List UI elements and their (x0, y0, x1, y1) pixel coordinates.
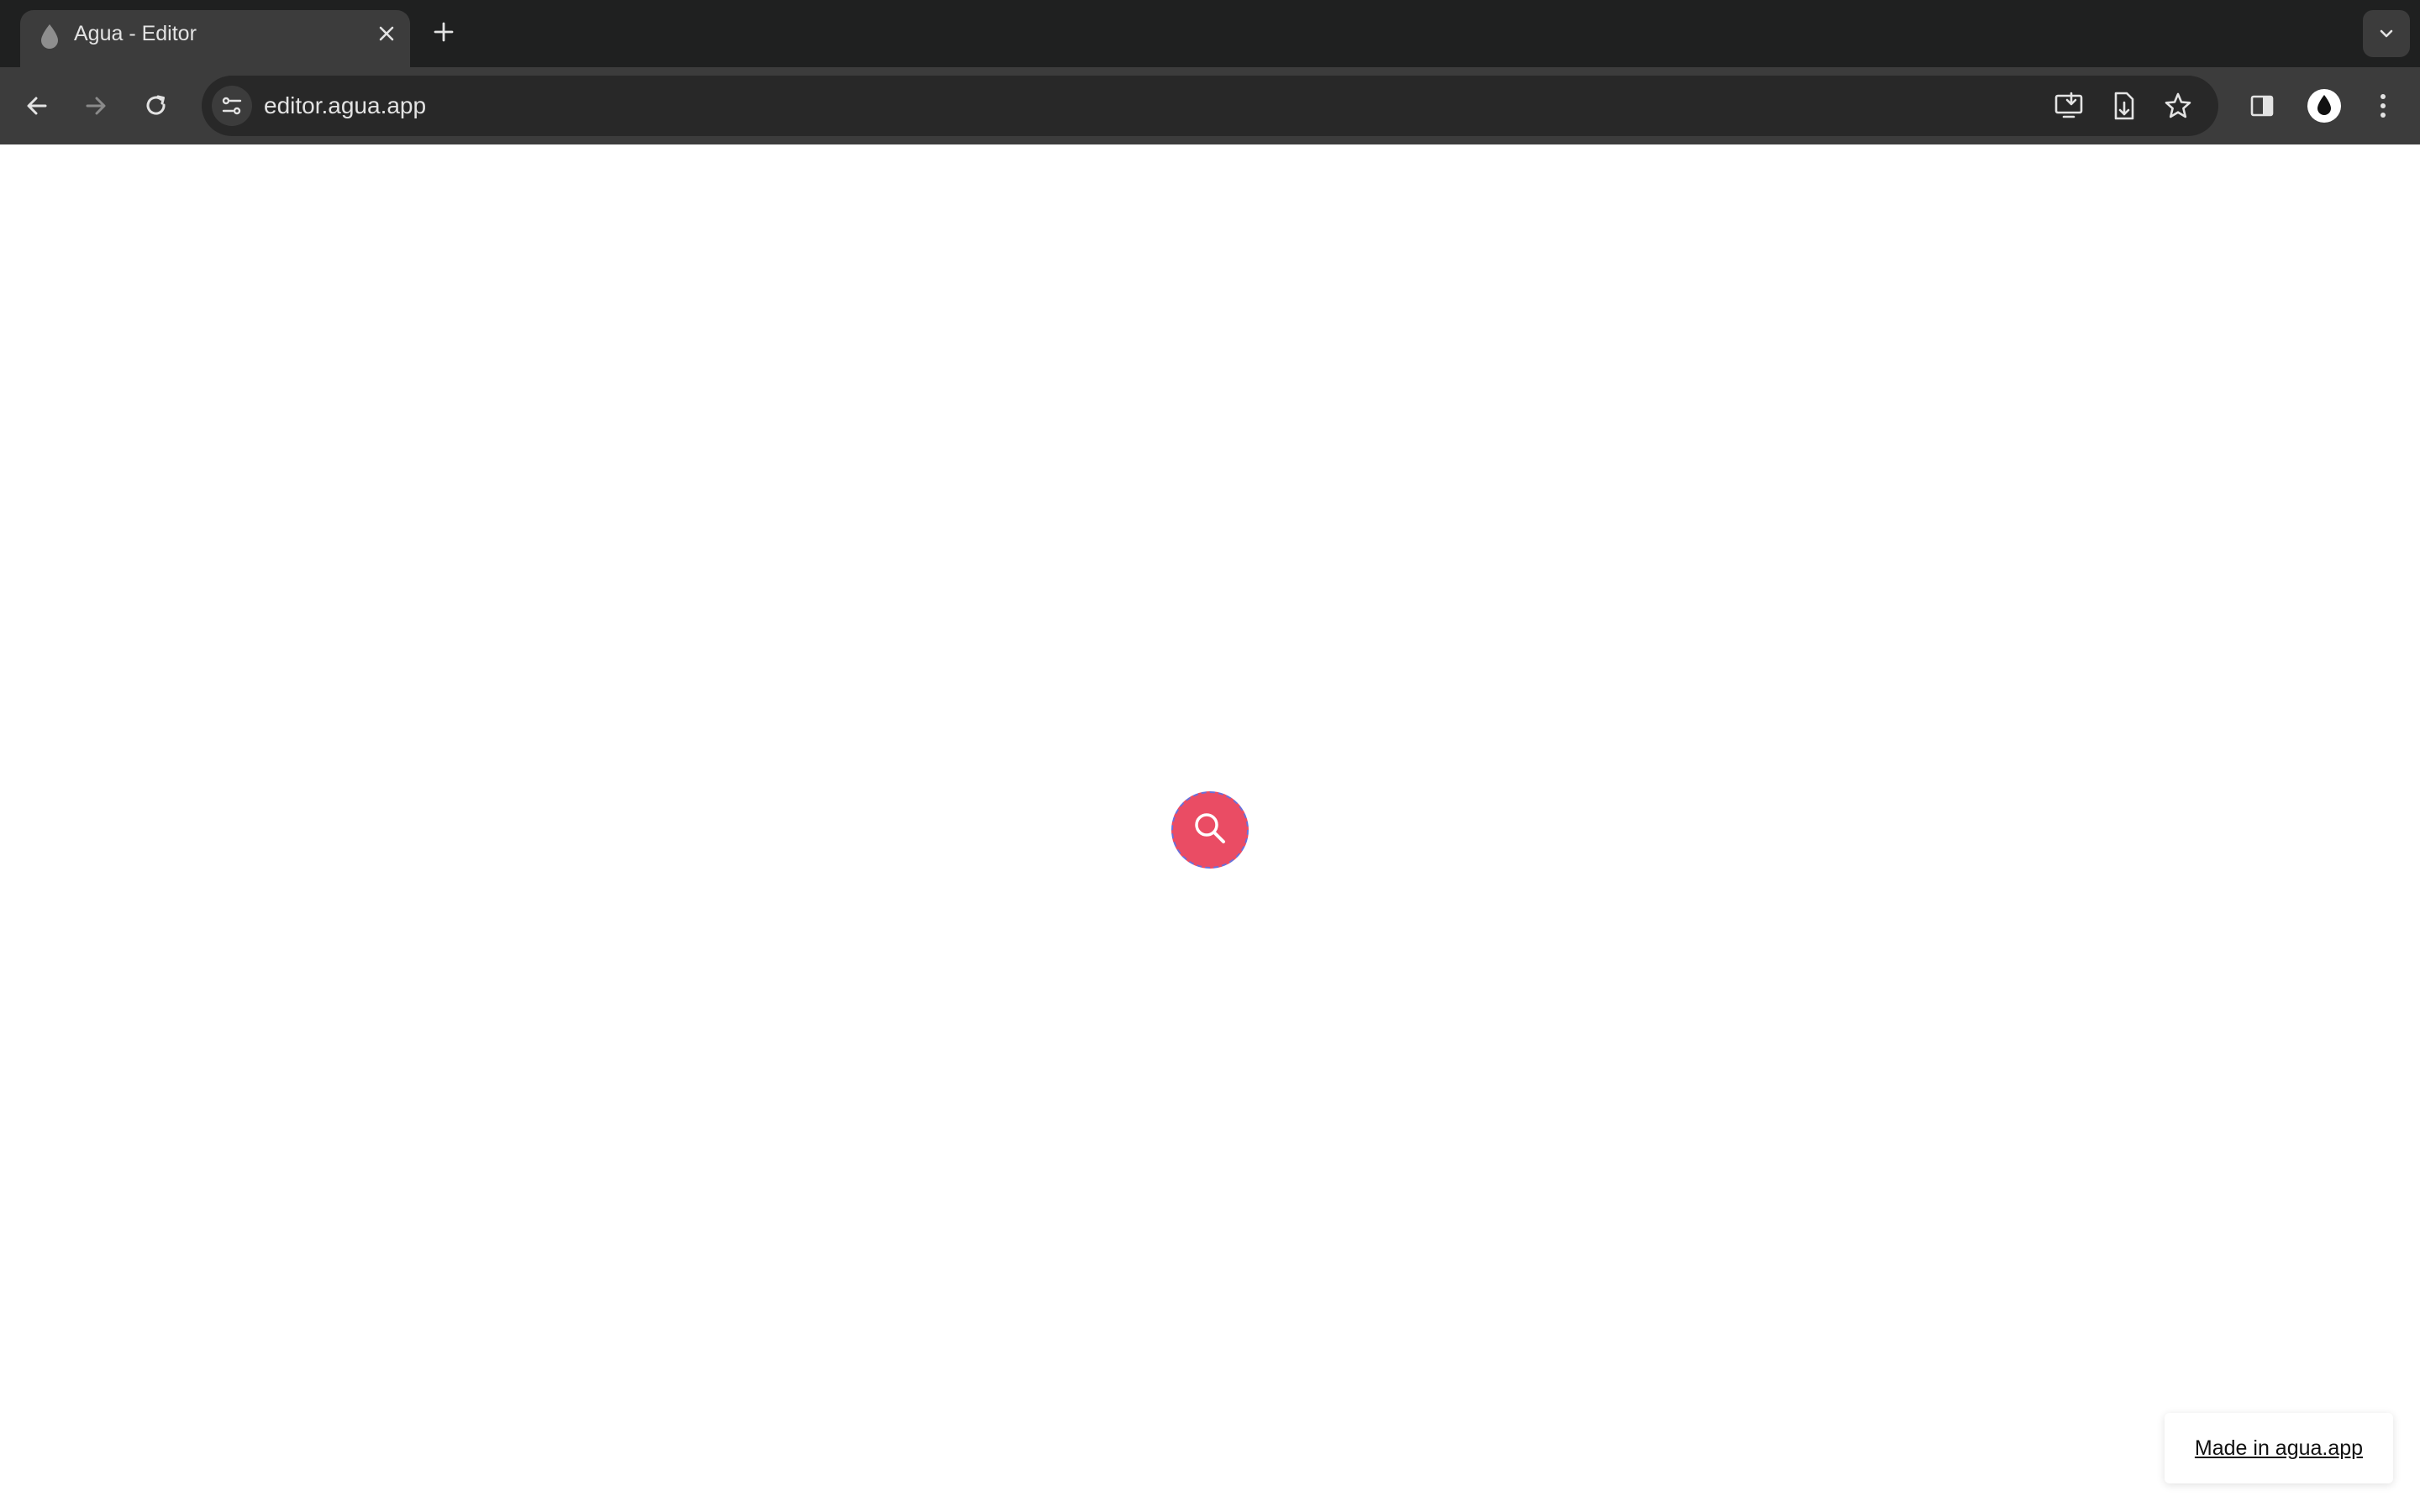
browser-tab[interactable]: Agua - Editor (20, 10, 410, 69)
made-in-badge: Made in agua.app (2165, 1413, 2393, 1483)
url-text[interactable]: editor.agua.app (264, 76, 426, 136)
arrow-left-icon[interactable] (15, 84, 59, 128)
page-content: Made in agua.app (0, 144, 2420, 1512)
kebab-menu-icon[interactable] (2361, 84, 2405, 128)
search-fab-button[interactable] (1171, 791, 1249, 869)
star-icon[interactable] (2156, 84, 2200, 128)
search-icon (1190, 808, 1230, 853)
arrow-right-icon[interactable] (74, 84, 118, 128)
address-bar[interactable]: editor.agua.app (202, 76, 2218, 136)
side-panel-icon[interactable] (2240, 84, 2284, 128)
install-app-icon[interactable] (2047, 84, 2091, 128)
tune-icon[interactable] (212, 86, 252, 126)
reload-icon[interactable] (134, 84, 178, 128)
made-in-agua-link[interactable]: Made in agua.app (2195, 1436, 2363, 1461)
plus-icon[interactable] (429, 17, 459, 47)
chevron-down-icon[interactable] (2363, 10, 2410, 57)
water-drop-profile-icon[interactable] (2302, 84, 2346, 128)
browser-toolbar: editor.agua.app (0, 67, 2420, 144)
water-drop-icon (37, 22, 62, 50)
save-page-icon[interactable] (2102, 84, 2146, 128)
close-icon[interactable] (373, 20, 400, 47)
browser-tab-strip: Agua - Editor (0, 0, 2420, 69)
tab-title: Agua - Editor (74, 22, 197, 45)
